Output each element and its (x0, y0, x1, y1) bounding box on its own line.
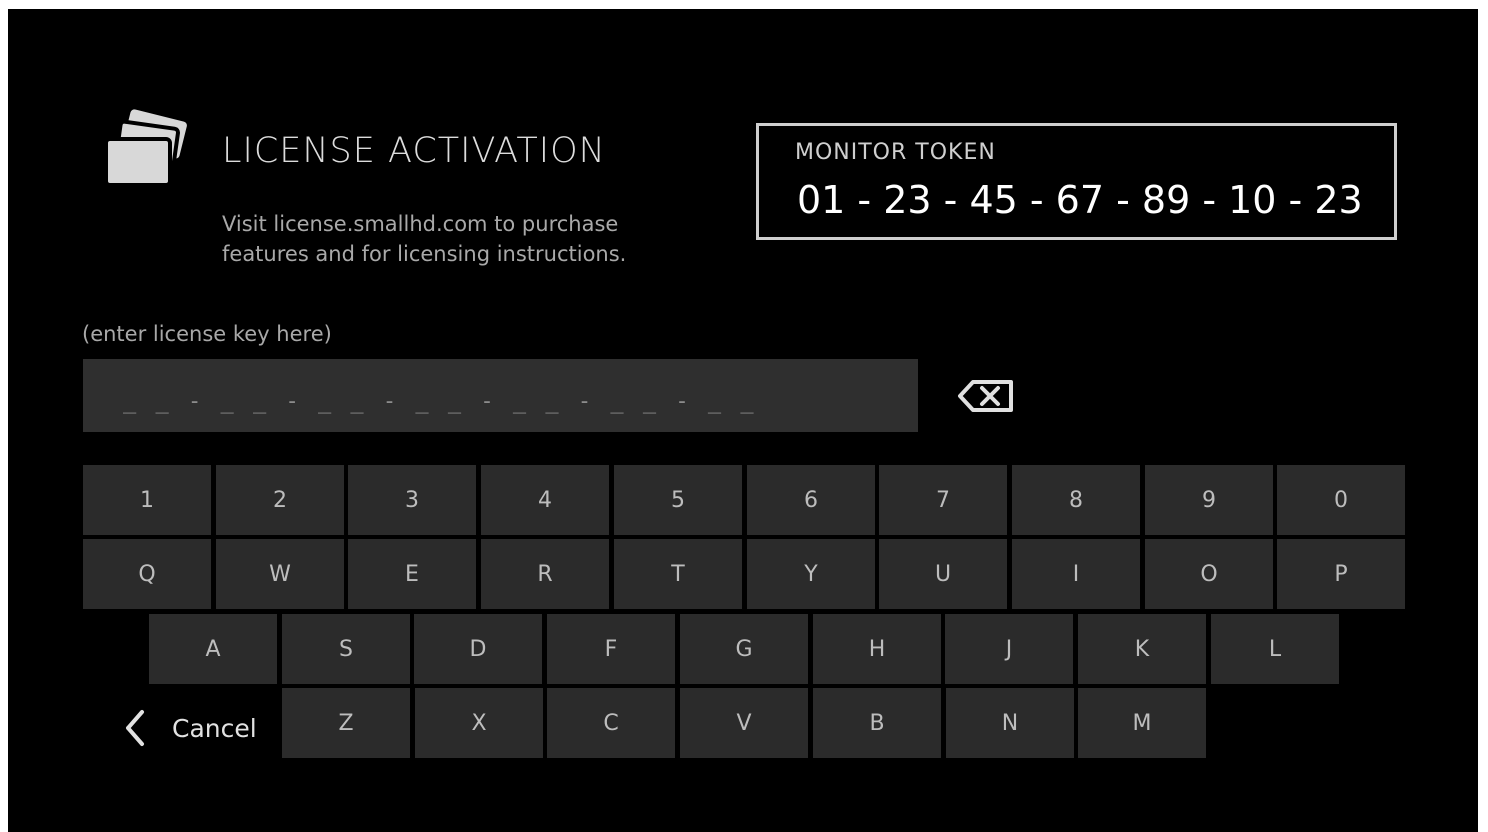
key-y[interactable]: Y (747, 539, 875, 609)
key-s[interactable]: S (282, 614, 410, 684)
license-key-mask: _ _ - _ _ - _ _ - _ _ - _ _ - _ _ - _ _ (123, 389, 757, 414)
key-o[interactable]: O (1145, 539, 1273, 609)
key-9[interactable]: 9 (1145, 465, 1273, 535)
key-n[interactable]: N (946, 688, 1074, 758)
key-v[interactable]: V (680, 688, 808, 758)
license-key-input[interactable]: _ _ - _ _ - _ _ - _ _ - _ _ - _ _ - _ _ (83, 359, 918, 432)
key-d[interactable]: D (414, 614, 542, 684)
key-j[interactable]: J (945, 614, 1073, 684)
cancel-label: Cancel (172, 713, 257, 743)
monitor-token-label: MONITOR TOKEN (795, 140, 996, 165)
key-a[interactable]: A (149, 614, 277, 684)
key-5[interactable]: 5 (614, 465, 742, 535)
key-h[interactable]: H (813, 614, 941, 684)
key-l[interactable]: L (1211, 614, 1339, 684)
key-z[interactable]: Z (282, 688, 410, 758)
key-x[interactable]: X (415, 688, 543, 758)
key-c[interactable]: C (547, 688, 675, 758)
monitor-token-box: MONITOR TOKEN 01 - 23 - 45 - 67 - 89 - 1… (756, 123, 1397, 240)
key-w[interactable]: W (216, 539, 344, 609)
monitor-token-value: 01 - 23 - 45 - 67 - 89 - 10 - 23 (797, 178, 1363, 222)
key-q[interactable]: Q (83, 539, 211, 609)
key-g[interactable]: G (680, 614, 808, 684)
key-2[interactable]: 2 (216, 465, 344, 535)
cancel-button[interactable]: Cancel (122, 704, 257, 752)
key-4[interactable]: 4 (481, 465, 609, 535)
key-k[interactable]: K (1078, 614, 1206, 684)
key-b[interactable]: B (813, 688, 941, 758)
key-7[interactable]: 7 (879, 465, 1007, 535)
key-t[interactable]: T (614, 539, 742, 609)
key-1[interactable]: 1 (83, 465, 211, 535)
page-title: LICENSE ACTIVATION (222, 131, 606, 171)
key-i[interactable]: I (1012, 539, 1140, 609)
key-f[interactable]: F (547, 614, 675, 684)
key-e[interactable]: E (348, 539, 476, 609)
chevron-left-icon (126, 710, 144, 746)
instructions-text: Visit license.smallhd.com to purchase fe… (222, 209, 722, 269)
key-m[interactable]: M (1078, 688, 1206, 758)
license-key-hint: (enter license key here) (82, 322, 332, 346)
key-0[interactable]: 0 (1277, 465, 1405, 535)
instructions-line-1: Visit license.smallhd.com to purchase (222, 212, 619, 236)
backspace-icon[interactable] (957, 378, 1015, 414)
license-activation-screen: LICENSE ACTIVATION Visit license.smallhd… (8, 9, 1478, 832)
key-3[interactable]: 3 (348, 465, 476, 535)
key-8[interactable]: 8 (1012, 465, 1140, 535)
instructions-line-2: features and for licensing instructions. (222, 242, 627, 266)
key-u[interactable]: U (879, 539, 1007, 609)
key-p[interactable]: P (1277, 539, 1405, 609)
key-r[interactable]: R (481, 539, 609, 609)
license-cards-icon (104, 109, 187, 187)
key-6[interactable]: 6 (747, 465, 875, 535)
